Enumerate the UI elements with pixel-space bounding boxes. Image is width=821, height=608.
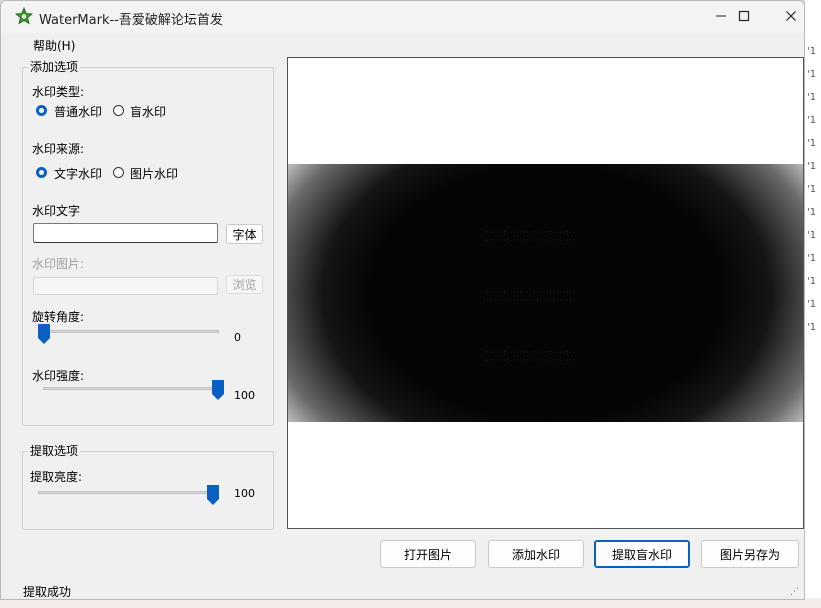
- menu-help[interactable]: 帮助(H): [33, 37, 75, 54]
- font-button[interactable]: 字体: [226, 224, 263, 244]
- add-watermark-button[interactable]: 添加水印: [488, 540, 584, 568]
- status-bar: 提取成功: [1, 579, 804, 599]
- brightness-slider-track[interactable]: [38, 491, 218, 494]
- faint-watermark-pattern: ·:····:····:···:····:····:··: [483, 230, 576, 236]
- faint-watermark-pattern: ·:····:····:···:····:····:··: [483, 350, 576, 356]
- brightness-value: 100: [234, 487, 255, 500]
- radio-image-watermark-label[interactable]: 图片水印: [130, 165, 178, 182]
- faint-watermark-pattern: ··:····:····:···:····:····:·: [483, 238, 576, 244]
- close-button[interactable]: [768, 1, 804, 31]
- maximize-button[interactable]: [721, 1, 767, 31]
- watermark-text-input[interactable]: [33, 223, 218, 243]
- resize-grip-icon[interactable]: ⋰: [790, 587, 799, 597]
- extract-blind-watermark-button[interactable]: 提取盲水印: [594, 540, 690, 568]
- watermark-text-label: 水印文字: [32, 204, 81, 218]
- rotation-label: 旋转角度:: [32, 310, 85, 324]
- radio-blind-watermark-label[interactable]: 盲水印: [130, 103, 166, 120]
- close-icon: [786, 11, 796, 21]
- radio-blind-watermark[interactable]: [113, 105, 124, 116]
- faint-watermark-pattern: ··:····:····:···:····:····:·: [483, 358, 576, 364]
- watermark-image-input[interactable]: [33, 277, 218, 295]
- brightness-slider-thumb[interactable]: [207, 485, 219, 505]
- watermark-source-label: 水印来源:: [32, 142, 85, 156]
- app-window: WaterMark--吾爱破解论坛首发 帮助(H) 添加选项 水印类型: 普通水…: [0, 0, 805, 600]
- rotation-value: 0: [234, 331, 241, 344]
- window-title: WaterMark--吾爱破解论坛首发: [39, 13, 223, 28]
- open-image-button[interactable]: 打开图片: [380, 540, 476, 568]
- title-bar[interactable]: WaterMark--吾爱破解论坛首发: [1, 1, 804, 33]
- status-text: 提取成功: [23, 585, 72, 599]
- background-window: '1'1'1'1'1'1'1'1'1'1'1'1'1: [805, 0, 821, 608]
- maximize-icon: [738, 10, 750, 22]
- strength-slider-thumb[interactable]: [212, 380, 224, 400]
- rotation-slider-thumb[interactable]: [38, 324, 50, 344]
- faint-watermark-pattern: ·:····:····:···:····:····:··: [483, 290, 576, 296]
- strength-label: 水印强度:: [32, 369, 85, 383]
- extract-options-title: 提取选项: [28, 442, 81, 459]
- strength-value: 100: [234, 389, 255, 402]
- save-image-as-button[interactable]: 图片另存为: [701, 540, 799, 568]
- brightness-label: 提取亮度:: [30, 470, 83, 484]
- watermark-image-label: 水印图片:: [32, 257, 85, 271]
- strength-slider-track[interactable]: [43, 387, 221, 390]
- add-options-title: 添加选项: [28, 58, 81, 75]
- radio-text-watermark[interactable]: [36, 167, 47, 178]
- background-text: '1'1'1'1'1'1'1'1'1'1'1'1'1: [807, 46, 817, 333]
- radio-text-watermark-label[interactable]: 文字水印: [54, 165, 102, 182]
- radio-image-watermark[interactable]: [113, 167, 124, 178]
- radio-normal-watermark-label[interactable]: 普通水印: [54, 103, 102, 120]
- image-preview[interactable]: ·:····:····:···:····:····:·· ··:····:···…: [287, 57, 804, 529]
- radio-normal-watermark[interactable]: [36, 105, 47, 116]
- browse-button[interactable]: 浏览: [226, 275, 263, 294]
- star-logo-icon: [15, 7, 33, 25]
- watermark-type-label: 水印类型:: [32, 85, 85, 99]
- menu-bar: 帮助(H): [1, 33, 804, 55]
- rotation-slider-track[interactable]: [39, 330, 219, 333]
- faint-watermark-pattern: ··:····:····:···:····:····:·: [483, 298, 576, 304]
